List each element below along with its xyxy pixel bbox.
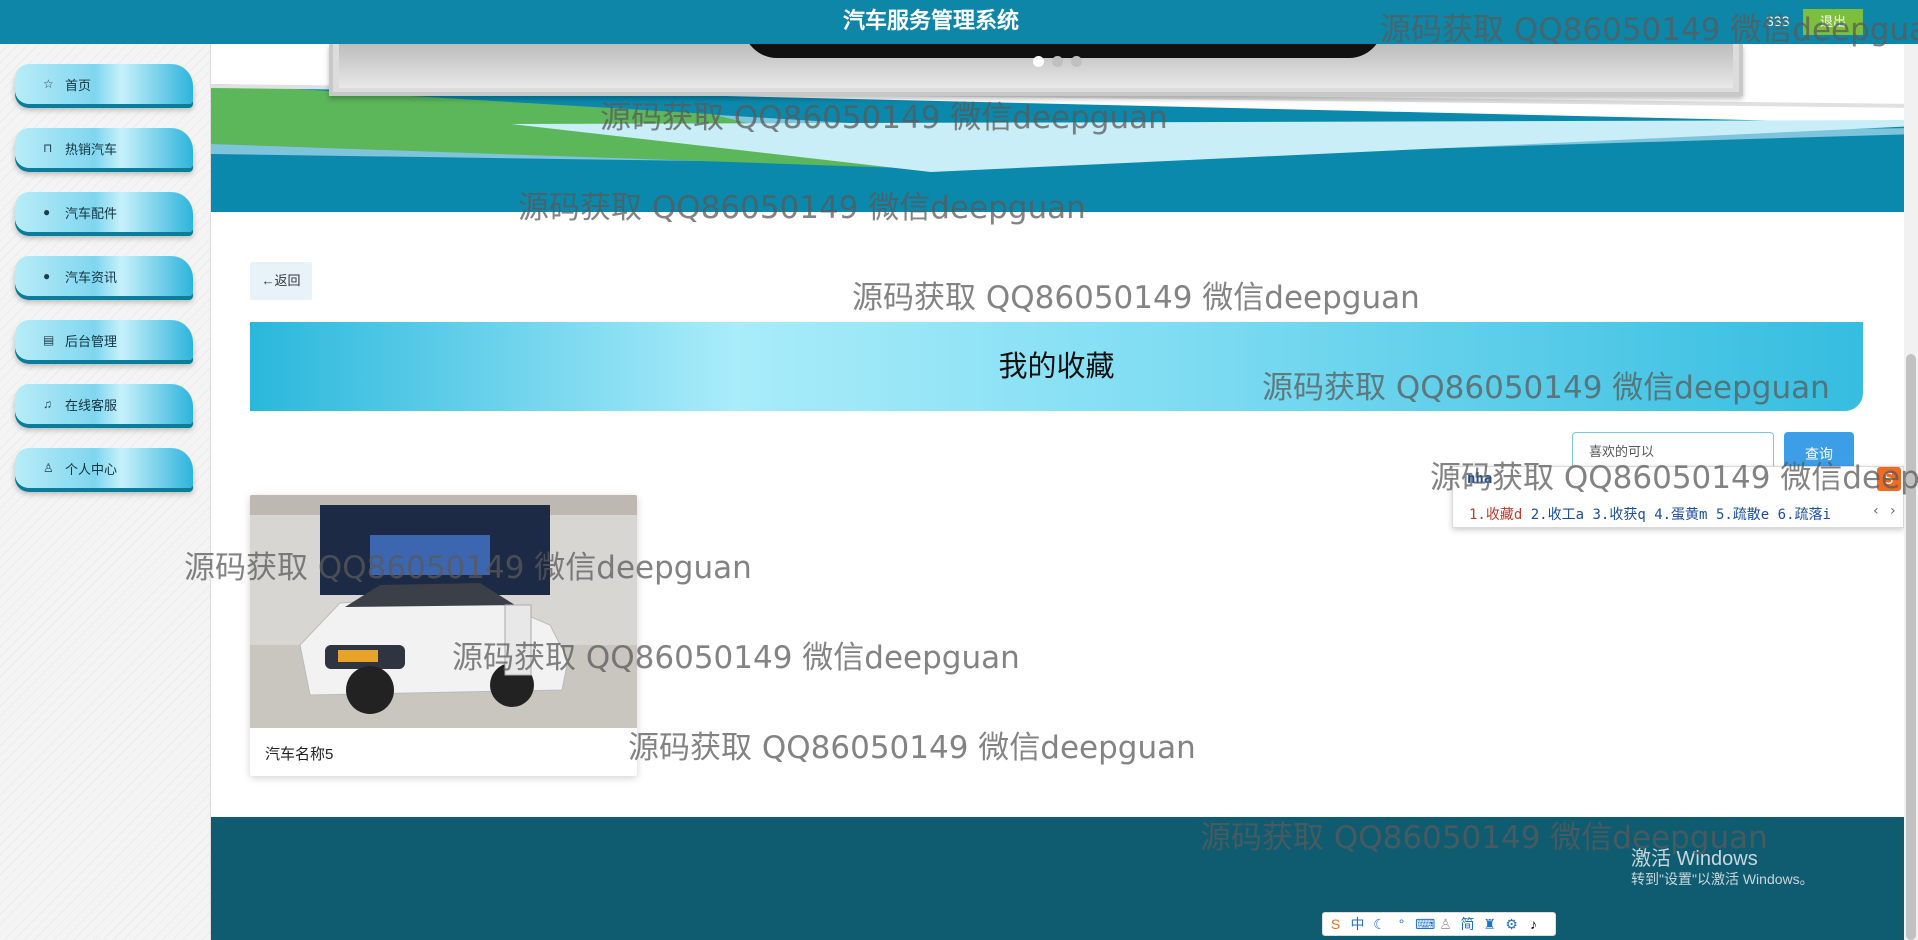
sidebar-item-label: 汽车配件 — [65, 205, 118, 221]
punctuation-icon[interactable]: ° — [1393, 916, 1410, 932]
carousel-dots — [1033, 56, 1082, 67]
shopping-bag-icon: ⊓ — [43, 141, 53, 155]
ime-candidate[interactable]: 5.疏散e — [1716, 507, 1769, 523]
keyboard-icon[interactable]: ⌨ — [1415, 916, 1435, 933]
page-scrollbar[interactable] — [1904, 44, 1918, 940]
current-user: 333 — [1766, 13, 1790, 29]
sidebar-item-label: 热销汽车 — [65, 141, 118, 157]
sidebar-item-car-parts[interactable]: ● 汽车配件 — [15, 192, 193, 232]
sidebar-item-home[interactable]: ☆ 首页 — [15, 64, 193, 104]
car-image — [250, 495, 637, 728]
top-bar: 汽车服务管理系统 333 退出 — [0, 0, 1918, 44]
windows-activate-hint: 转到"设置"以激活 Windows。 — [1631, 871, 1814, 887]
banner — [211, 44, 1918, 212]
app-title: 汽车服务管理系统 — [842, 9, 1019, 34]
star-outline-icon: ☆ — [43, 77, 54, 91]
car-photo-illustration — [250, 495, 637, 728]
ime-candidate[interactable]: 2.收工a — [1531, 507, 1584, 523]
ime-candidate[interactable]: 1.收藏d — [1469, 507, 1522, 523]
car-name: 汽车名称5 — [265, 746, 334, 763]
ime-candidate[interactable]: 4.蛋黄m — [1654, 507, 1707, 523]
favorite-card[interactable]: 汽车名称5 — [250, 495, 637, 776]
page-title: 我的收藏 — [998, 349, 1115, 383]
sidebar-item-label: 在线客服 — [65, 397, 118, 413]
sidebar-item-car-news[interactable]: ● 汽车资讯 — [15, 256, 193, 296]
office-building-icon: ▤ — [43, 333, 55, 347]
moon-icon[interactable]: ☾ — [1371, 916, 1388, 933]
windows-activate-title: 激活 Windows — [1631, 848, 1758, 870]
user-icon: ♙ — [43, 461, 54, 475]
ime-candidates: 1.收藏d 2.收工a 3.收获q 4.蛋黄m 5.疏散e 6.疏落i — [1469, 504, 1831, 524]
ime-candidate-popup: nha S 1.收藏d 2.收工a 3.收获q 4.蛋黄m 5.疏散e 6.疏落… — [1452, 466, 1904, 528]
ime-logo-icon: S — [1877, 467, 1901, 491]
carousel[interactable] — [329, 44, 1743, 96]
arrow-left-icon: ← — [261, 273, 275, 288]
carousel-dot[interactable] — [1033, 56, 1044, 67]
ime-page-arrows-icon[interactable]: ‹ › — [1872, 503, 1897, 519]
sidebar-item-admin[interactable]: ▤ 后台管理 — [15, 320, 193, 360]
sidebar-item-online-service[interactable]: ♫ 在线客服 — [15, 384, 193, 424]
sidebar-item-label: 个人中心 — [65, 461, 118, 477]
sidebar-item-label: 首页 — [65, 77, 92, 93]
carousel-dot[interactable] — [1071, 56, 1082, 67]
chinese-mode-icon[interactable]: 中 — [1349, 914, 1366, 934]
back-label: 返回 — [274, 273, 301, 288]
sidebar: ☆ 首页 ⊓ 热销汽车 ● 汽车配件 ● 汽车资讯 ▤ 后台管理 ♫ 在线客服 … — [0, 44, 211, 940]
scrollbar-thumb[interactable] — [1906, 354, 1916, 940]
shirt-icon[interactable]: ♜ — [1481, 916, 1498, 933]
ime-candidate[interactable]: 3.收获q — [1592, 507, 1645, 523]
sidebar-item-hot-cars[interactable]: ⊓ 热销汽车 — [15, 128, 193, 168]
info-circle-icon: ● — [43, 205, 51, 219]
sogou-logo-icon[interactable]: S — [1327, 916, 1344, 932]
sidebar-item-label: 后台管理 — [65, 333, 118, 349]
carousel-dot[interactable] — [1052, 56, 1063, 67]
section-header: 我的收藏 — [250, 322, 1863, 411]
sidebar-item-personal-center[interactable]: ♙ 个人中心 — [15, 448, 193, 488]
ime-toolbar: S 中 ☾ ° ⌨ ♙ 简 ♜ ⚙ ♪ — [1322, 912, 1556, 936]
sidebar-item-label: 汽车资讯 — [65, 269, 118, 285]
question-circle-icon: ● — [43, 269, 51, 283]
back-button[interactable]: ←返回 — [250, 262, 312, 300]
watermark: 源码获取 QQ86050149 微信deepguan — [628, 730, 1196, 766]
ime-candidate[interactable]: 6.疏落i — [1778, 507, 1831, 523]
logout-button[interactable]: 退出 — [1803, 9, 1863, 35]
headset-icon: ♫ — [43, 397, 52, 411]
user-icon[interactable]: ♙ — [1437, 916, 1454, 933]
watermark: 源码获取 QQ86050149 微信deepguan — [852, 280, 1420, 316]
ime-pinyin: nha — [1467, 471, 1493, 487]
settings-gear-icon[interactable]: ⚙ — [1503, 916, 1520, 933]
simplified-icon[interactable]: 简 — [1459, 914, 1476, 934]
tiktok-icon[interactable]: ♪ — [1525, 916, 1542, 932]
